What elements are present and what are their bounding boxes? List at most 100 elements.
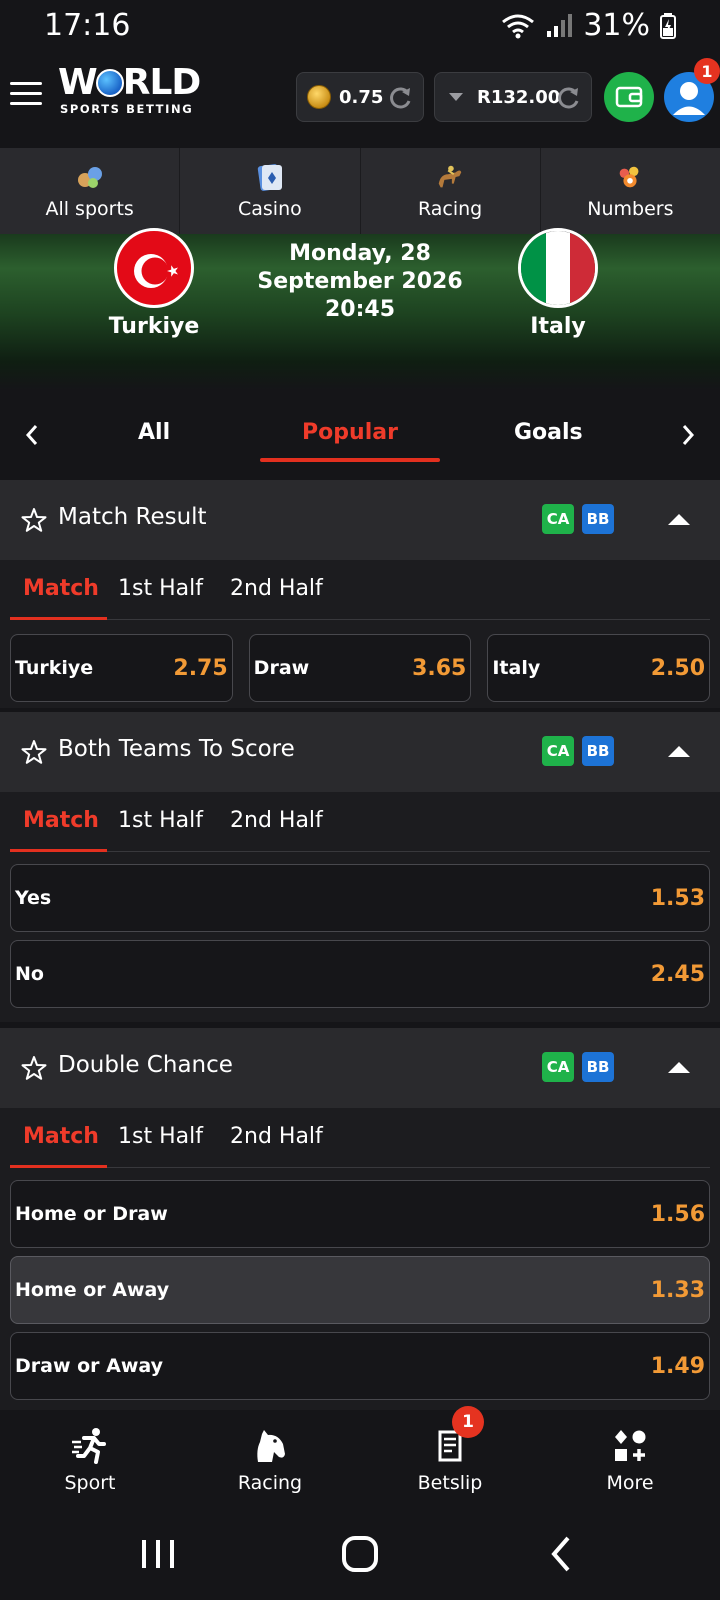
sport-category-nav: All sports Casino Racing Numbers [0,148,720,234]
battery-percent: 31% [583,8,650,43]
signal-icon [547,13,573,37]
odds-button-draw-or-away[interactable]: Draw or Away 1.49 [10,1332,710,1400]
bottom-nav: Sport Racing Betslip 1 More [0,1406,720,1510]
chevron-down-icon [449,93,463,101]
profile-notification-badge: 1 [694,58,720,84]
cash-balance-pill[interactable]: R132.00 [434,72,592,122]
odds-button-home-or-away-selected[interactable]: Home or Away 1.33 [10,1256,710,1324]
period-active-indicator [10,849,107,852]
market-title: Double Chance [58,1052,233,1078]
market-match-result: Match Result CA BB Match 1st Half 2nd Ha… [0,480,720,708]
market-header[interactable]: Both Teams To Score CA BB [0,712,720,792]
period-tab-2nd-half[interactable]: 2nd Half [230,1124,323,1149]
home-team-name: Turkiye [108,314,200,339]
odds-list: Home or Draw 1.56 Home or Away 1.33 Draw… [0,1168,720,1414]
sport-nav-all-sports[interactable]: All sports [0,148,181,234]
collapse-caret-icon[interactable] [668,746,690,757]
odds-button-home-or-draw[interactable]: Home or Draw 1.56 [10,1180,710,1248]
period-tab-2nd-half[interactable]: 2nd Half [230,808,323,833]
sport-nav-casino[interactable]: Casino [180,148,361,234]
globe-icon [95,69,124,97]
odds-row: Turkiye 2.75 Draw 3.65 Italy 2.50 [0,620,720,714]
android-navigation-bar [0,1510,720,1600]
match-banner: Turkiye Monday, 28 September 2026 20:45 … [0,228,720,390]
ca-badge: CA [542,504,574,534]
market-title: Match Result [58,504,207,530]
horse-head-icon [250,1426,290,1466]
tab-popular[interactable]: Popular [300,420,400,445]
odds-button-home[interactable]: Turkiye 2.75 [10,634,233,702]
sport-nav-numbers[interactable]: Numbers [541,148,720,234]
tab-goals[interactable]: Goals [514,420,583,445]
odds-button-yes[interactable]: Yes 1.53 [10,864,710,932]
collapse-caret-icon[interactable] [668,514,690,525]
coin-icon [307,85,331,109]
star-outline-icon[interactable] [20,506,48,534]
odds-list: Yes 1.53 No 2.45 [0,852,720,1022]
market-group-tabs: All Popular Goals [0,390,720,480]
period-tabs: Match 1st Half 2nd Half [10,1108,710,1168]
tab-all[interactable]: All [138,420,170,445]
sport-nav-racing[interactable]: Racing [361,148,541,234]
star-outline-icon[interactable] [20,1054,48,1082]
period-active-indicator [10,617,107,620]
casino-cards-icon [255,162,285,192]
bottom-nav-more[interactable]: More [540,1410,720,1510]
period-tabs: Match 1st Half 2nd Half [10,792,710,852]
away-team-name: Italy [530,314,586,339]
battery-charging-icon [660,12,676,39]
period-tab-1st-half[interactable]: 1st Half [118,576,203,601]
period-tab-match[interactable]: Match [23,1124,99,1149]
cash-balance-value: R132.00 [477,86,561,108]
market-both-teams-to-score: Both Teams To Score CA BB Match 1st Half… [0,712,720,1022]
match-datetime: Monday, 28 September 2026 20:45 [257,241,463,322]
more-apps-icon [610,1426,650,1466]
coins-value: 0.75 [339,86,384,108]
world-sports-betting-logo[interactable]: W RLD SPORTS BETTING [58,64,208,124]
recent-apps-icon[interactable] [136,1532,180,1576]
status-icons: 31% [501,8,676,43]
refresh-icon[interactable] [387,85,413,111]
ca-badge: CA [542,736,574,766]
hamburger-menu-icon[interactable] [10,82,42,108]
period-tab-1st-half[interactable]: 1st Half [118,1124,203,1149]
bottom-nav-sport[interactable]: Sport [0,1410,180,1510]
ca-badge: CA [542,1052,574,1082]
star-outline-icon[interactable] [20,738,48,766]
refresh-icon[interactable] [555,85,581,111]
wallet-icon [615,86,643,108]
bb-badge: BB [582,1052,614,1082]
market-header[interactable]: Double Chance CA BB [0,1028,720,1108]
all-sports-icon [75,162,105,192]
chevron-right-icon[interactable] [676,420,700,450]
odds-button-no[interactable]: No 2.45 [10,940,710,1008]
chevron-left-icon[interactable] [20,420,44,450]
market-double-chance: Double Chance CA BB Match 1st Half 2nd H… [0,1028,720,1410]
collapse-caret-icon[interactable] [668,1062,690,1073]
app-header: W RLD SPORTS BETTING 0.75 R132.00 1 [0,50,720,146]
period-tab-1st-half[interactable]: 1st Half [118,808,203,833]
status-time: 17:16 [44,8,131,43]
home-icon[interactable] [338,1532,382,1576]
bottom-nav-racing[interactable]: Racing [180,1410,360,1510]
horse-racing-icon [435,162,465,192]
bb-badge: BB [582,504,614,534]
market-header[interactable]: Match Result CA BB [0,480,720,560]
odds-button-away[interactable]: Italy 2.50 [487,634,711,702]
status-bar: 17:16 31% [0,0,720,50]
betslip-count-badge: 1 [452,1406,484,1438]
italy-flag-icon [518,228,598,308]
active-tab-indicator [260,458,440,462]
period-tab-match[interactable]: Match [23,576,99,601]
bottom-nav-betslip[interactable]: Betslip 1 [360,1406,540,1510]
period-tab-match[interactable]: Match [23,808,99,833]
lottery-balls-icon [615,162,645,192]
period-tab-2nd-half[interactable]: 2nd Half [230,576,323,601]
period-tabs: Match 1st Half 2nd Half [10,560,710,620]
back-icon[interactable] [540,1532,584,1576]
wifi-icon [502,14,535,38]
coins-balance-pill[interactable]: 0.75 [296,72,424,122]
odds-button-draw[interactable]: Draw 3.65 [248,634,472,702]
wallet-button[interactable] [604,72,654,122]
market-title: Both Teams To Score [58,736,295,762]
